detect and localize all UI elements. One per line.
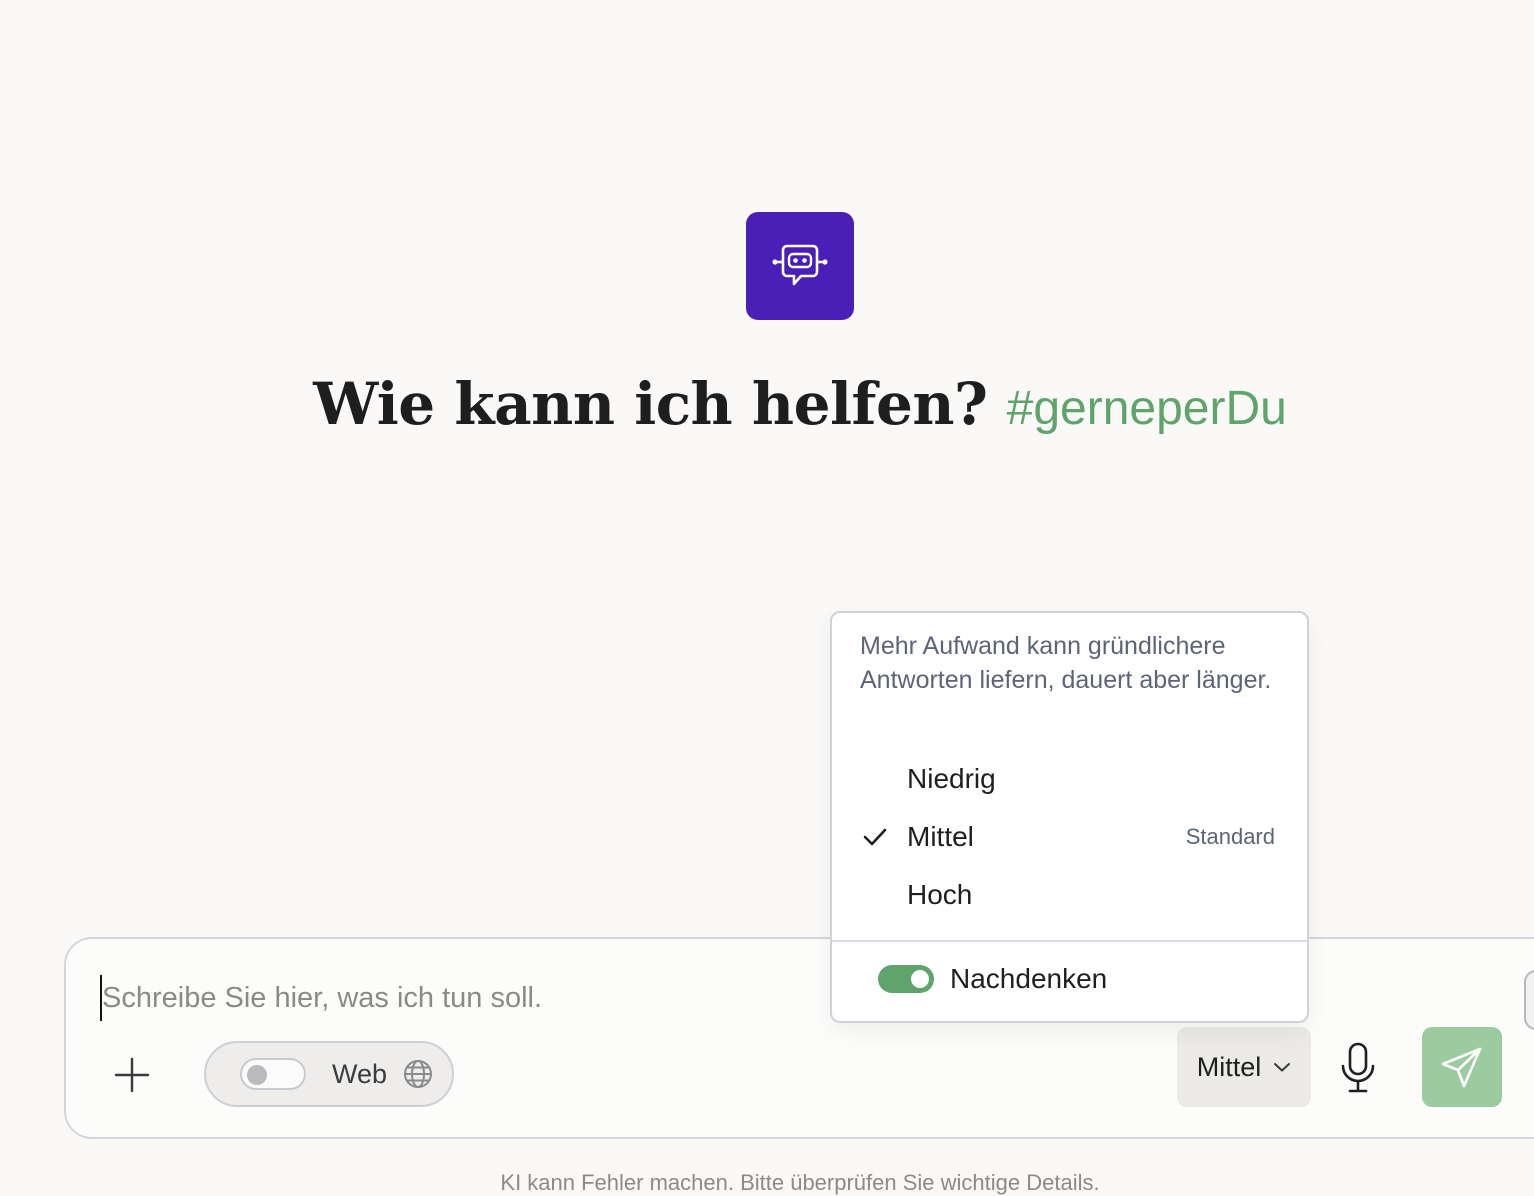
hashtag: #gerneperDu [1006, 382, 1287, 435]
effort-menu: Mehr Aufwand kann gründlichere Antworten… [830, 611, 1309, 1023]
effort-option-niedrig[interactable]: Niedrig [832, 754, 1307, 804]
disclaimer-text: KI kann Fehler machen. Bitte überprüfen … [500, 1170, 1100, 1195]
effort-select-button[interactable]: Mittel [1177, 1027, 1311, 1107]
add-attachment-button[interactable] [106, 1049, 158, 1101]
checkmark-icon [863, 828, 887, 846]
menu-divider [832, 940, 1307, 942]
paper-plane-icon [1441, 1047, 1482, 1088]
effort-menu-description: Mehr Aufwand kann gründlichere Antworten… [860, 632, 1272, 694]
globe-icon [403, 1059, 433, 1089]
chat-robot-icon [772, 244, 828, 286]
side-panel-handle[interactable] [1524, 970, 1534, 1030]
chat-composer: Web Mittel [64, 937, 1534, 1139]
web-toggle-switch[interactable] [240, 1058, 306, 1090]
web-label: Web [332, 1058, 388, 1089]
option-label: Mittel [907, 821, 974, 852]
microphone-icon [1341, 1042, 1375, 1093]
effort-option-hoch[interactable]: Hoch [832, 870, 1307, 920]
thinking-label: Nachdenken [950, 963, 1108, 994]
option-label: Hoch [907, 879, 973, 910]
send-button[interactable] [1422, 1027, 1502, 1107]
default-badge: Standard [1185, 824, 1275, 849]
welcome-headline: Wie kann ich helfen? #gerneperDu [0, 370, 1534, 438]
page-title: Wie kann ich helfen? [313, 370, 988, 438]
web-search-toggle[interactable]: Web [204, 1041, 454, 1107]
toggle-knob [247, 1065, 267, 1085]
thinking-toggle-row[interactable]: Nachdenken [878, 961, 1107, 997]
app-logo [746, 212, 854, 320]
microphone-button[interactable] [1332, 1039, 1384, 1097]
plus-icon [114, 1057, 150, 1093]
effort-option-mittel[interactable]: Mittel Standard [832, 812, 1307, 862]
effort-button-label: Mittel [1196, 1051, 1262, 1082]
chevron-down-icon [1274, 1063, 1291, 1072]
thinking-toggle-switch[interactable] [878, 965, 934, 993]
toggle-knob [911, 970, 929, 988]
option-label: Niedrig [907, 763, 996, 794]
